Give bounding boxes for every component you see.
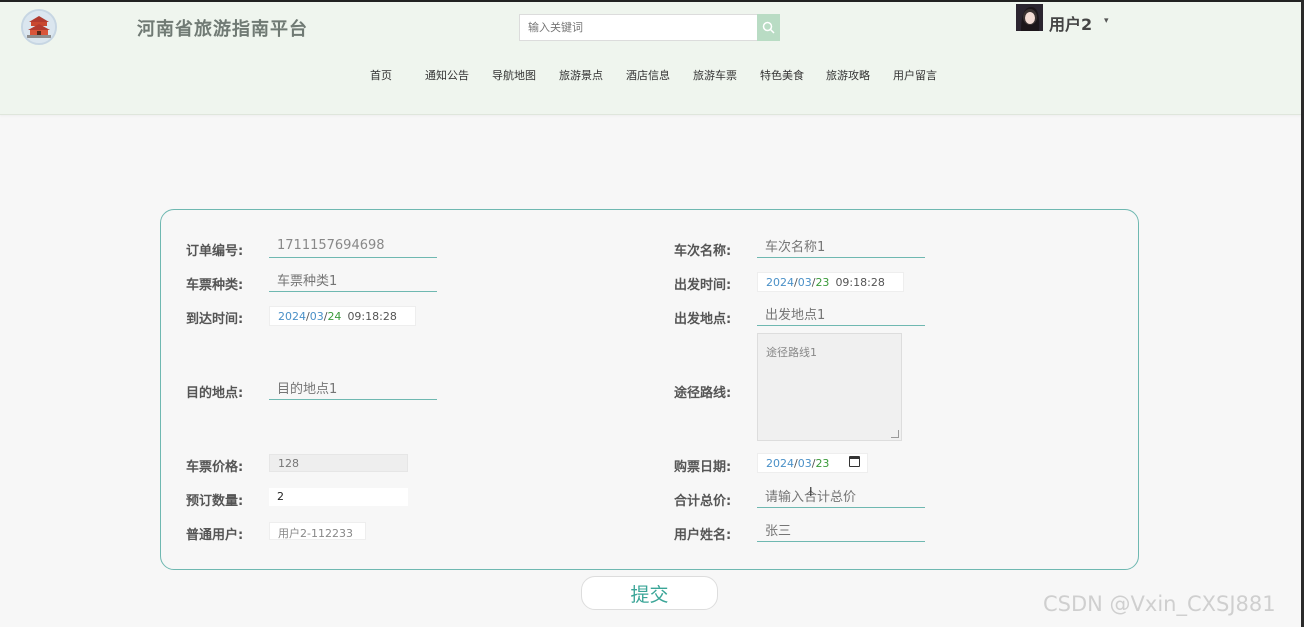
user-name[interactable]: 用户2: [1049, 11, 1092, 35]
depart-month: 03: [797, 276, 812, 289]
text-cursor-icon: I: [809, 485, 813, 499]
search-input[interactable]: [519, 14, 757, 41]
nav-item-notices[interactable]: 通知公告: [425, 67, 469, 83]
ticket-type-label: 车票种类:: [186, 278, 244, 293]
quantity-label: 预订数量:: [186, 494, 244, 509]
price-label: 车票价格:: [186, 460, 244, 475]
user-avatar[interactable]: [1016, 4, 1043, 31]
site-logo[interactable]: [21, 9, 57, 45]
nav-item-map[interactable]: 导航地图: [492, 67, 536, 83]
nav-item-messages[interactable]: 用户留言: [893, 67, 937, 83]
depart-time-picker[interactable]: 2024/03/23 09:18:28: [757, 272, 904, 292]
resize-handle-icon[interactable]: [891, 430, 899, 438]
order-no-field[interactable]: 1711157694698: [269, 238, 437, 258]
destination-input[interactable]: [269, 380, 437, 400]
temple-logo-icon: [23, 11, 55, 43]
site-header: 河南省旅游指南平台 用户2 ▾ 首页 通知公告 导航地图 旅游景点 酒店信息 旅…: [0, 0, 1304, 115]
real-name-input[interactable]: [757, 522, 925, 542]
arrive-time-label: 到达时间:: [186, 312, 244, 327]
nav-item-hotels[interactable]: 酒店信息: [626, 67, 670, 83]
depart-day: 23: [815, 276, 830, 289]
chevron-down-icon[interactable]: ▾: [1104, 16, 1109, 26]
site-title: 河南省旅游指南平台: [137, 19, 308, 40]
nav-item-attractions[interactable]: 旅游景点: [559, 67, 603, 83]
route-textarea[interactable]: 途径路线1: [757, 333, 902, 441]
submit-button[interactable]: 提交: [581, 576, 718, 610]
depart-year: 2024: [766, 276, 794, 289]
route-label: 途径路线:: [674, 386, 732, 401]
depart-place-input[interactable]: [757, 306, 925, 326]
ticket-type-input[interactable]: [269, 272, 437, 292]
total-label: 合计总价:: [674, 494, 732, 509]
purchase-day: 23: [815, 457, 830, 470]
depart-clock: 09:18:28: [835, 276, 885, 289]
arrive-month: 03: [309, 310, 324, 323]
arrive-time-picker[interactable]: 2024/03/24 09:18:28: [269, 306, 416, 326]
calendar-icon[interactable]: [849, 456, 860, 467]
search-icon: [762, 21, 775, 34]
window-top-border: [0, 0, 1304, 2]
watermark: CSDN @Vxin_CXSJ881: [1043, 592, 1276, 616]
nav-item-guides[interactable]: 旅游攻略: [826, 67, 870, 83]
user-label: 普通用户:: [186, 528, 244, 543]
depart-place-label: 出发地点:: [674, 312, 732, 327]
route-placeholder: 途径路线1: [766, 346, 817, 359]
nav-item-home[interactable]: 首页: [370, 67, 392, 83]
price-field: 128: [269, 454, 408, 472]
arrive-day: 24: [327, 310, 342, 323]
user-field: 用户2-112233: [269, 522, 366, 540]
destination-label: 目的地点:: [186, 386, 244, 401]
avatar-portrait-icon: [1016, 4, 1043, 31]
real-name-label: 用户姓名:: [674, 528, 732, 543]
nav-item-tickets[interactable]: 旅游车票: [693, 67, 737, 83]
arrive-year: 2024: [278, 310, 306, 323]
arrive-clock: 09:18:28: [347, 310, 397, 323]
depart-time-label: 出发时间:: [674, 278, 732, 293]
total-price-input[interactable]: [757, 488, 925, 508]
train-name-input[interactable]: [757, 238, 925, 258]
main-nav: 首页 通知公告 导航地图 旅游景点 酒店信息 旅游车票 特色美食 旅游攻略 用户…: [0, 67, 1304, 85]
order-no-label: 订单编号:: [186, 244, 244, 259]
quantity-input[interactable]: 2: [269, 488, 408, 506]
purchase-year: 2024: [766, 457, 794, 470]
train-name-label: 车次名称:: [674, 244, 732, 259]
nav-item-food[interactable]: 特色美食: [760, 67, 804, 83]
search-button[interactable]: [757, 14, 780, 41]
purchase-date-label: 购票日期:: [674, 460, 732, 475]
purchase-month: 03: [797, 457, 812, 470]
